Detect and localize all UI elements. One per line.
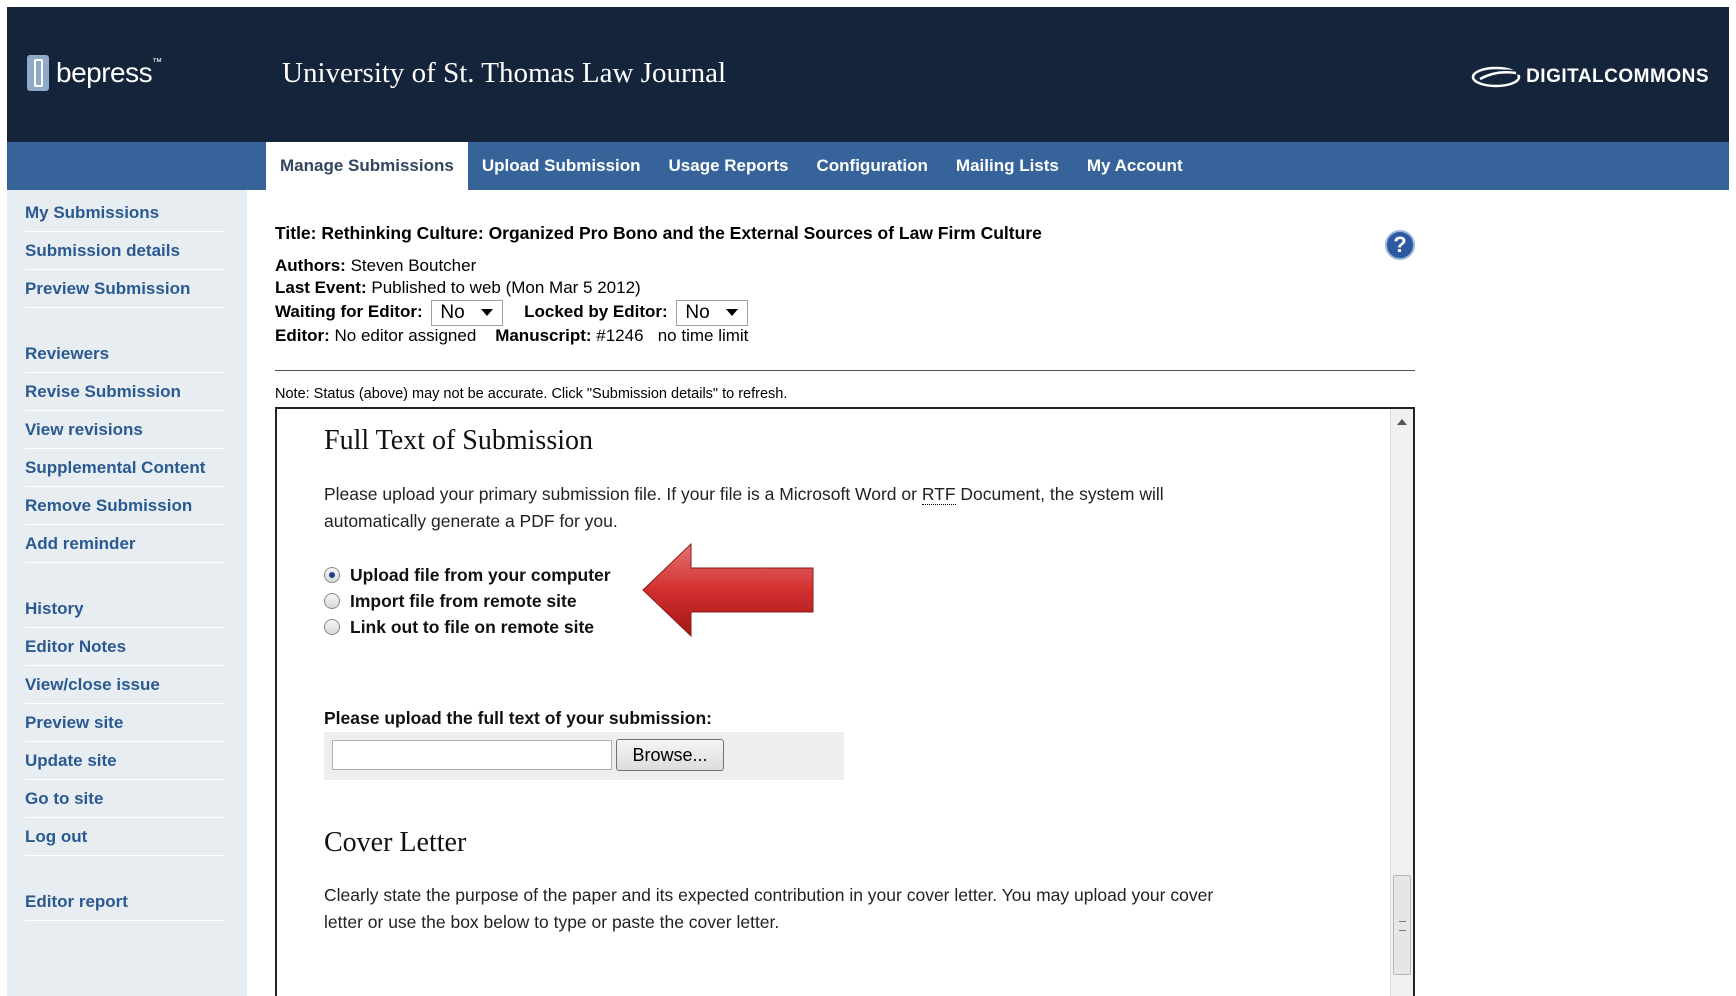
option-link-out-remote-label: Link out to file on remote site: [350, 616, 595, 637]
panel-scrollbar[interactable]: [1390, 409, 1413, 996]
locked-by-editor-value: No: [685, 301, 710, 323]
full-text-instructions: Please upload your primary submission fi…: [324, 481, 1224, 535]
sidebar-item-editor-notes[interactable]: Editor Notes: [25, 628, 225, 666]
sidebar-item-submission-details[interactable]: Submission details: [25, 232, 225, 270]
sidebar-item-update-site[interactable]: Update site: [25, 742, 225, 780]
radio-upload-from-computer[interactable]: [324, 567, 340, 583]
status-note: Note: Status (above) may not be accurate…: [275, 386, 788, 402]
cover-letter-heading: Cover Letter: [324, 827, 467, 858]
sidebar-item-log-out[interactable]: Log out: [25, 818, 225, 856]
file-upload-area: Browse...: [324, 732, 844, 780]
app-frame: bepress™ University of St. Thomas Law Jo…: [7, 7, 1729, 996]
tab-configuration[interactable]: Configuration: [803, 142, 942, 190]
rtf-abbreviation[interactable]: RTF: [921, 484, 956, 505]
authors-value: Steven Boutcher: [350, 256, 477, 275]
submission-meta: Title: Rethinking Culture: Organized Pro…: [275, 222, 1042, 347]
divider: [275, 370, 1415, 371]
sidebar: My Submissions Submission details Previe…: [7, 190, 247, 996]
editor-value: No editor assigned: [334, 326, 477, 345]
chevron-down-icon: [480, 309, 493, 316]
sidebar-item-view-revisions[interactable]: View revisions: [25, 411, 225, 449]
locked-by-editor-label: Locked by Editor:: [524, 302, 668, 321]
scroll-up-arrow-icon[interactable]: [1397, 419, 1407, 425]
sidebar-item-preview-site[interactable]: Preview site: [25, 704, 225, 742]
waiting-for-editor-select[interactable]: No: [431, 299, 504, 326]
help-icon[interactable]: ?: [1385, 230, 1415, 260]
chevron-down-icon: [725, 309, 738, 316]
tab-manage-submissions[interactable]: Manage Submissions: [266, 142, 468, 190]
main-tabs: Manage Submissions Upload Submission Usa…: [266, 142, 1197, 190]
tab-usage-reports[interactable]: Usage Reports: [655, 142, 803, 190]
submission-form-panel: Full Text of Submission Please upload yo…: [275, 407, 1415, 996]
journal-title: University of St. Thomas Law Journal: [282, 57, 727, 89]
sidebar-item-add-reminder[interactable]: Add reminder: [25, 525, 225, 563]
locked-by-editor-select[interactable]: No: [676, 299, 749, 326]
radio-link-out-remote[interactable]: [324, 619, 340, 635]
sidebar-item-supplemental-content[interactable]: Supplemental Content: [25, 449, 225, 487]
submission-title: Title: Rethinking Culture: Organized Pro…: [275, 223, 1042, 243]
option-link-out-remote[interactable]: Link out to file on remote site: [324, 614, 594, 640]
manuscript-value: #1246: [596, 326, 644, 345]
grip-icon: [1399, 921, 1406, 931]
sidebar-item-remove-submission[interactable]: Remove Submission: [25, 487, 225, 525]
tab-upload-submission[interactable]: Upload Submission: [468, 142, 655, 190]
digital-commons-text: DIGITALCOMMONS: [1526, 66, 1709, 87]
manuscript-label: Manuscript:: [495, 326, 592, 345]
cover-letter-instructions: Clearly state the purpose of the paper a…: [324, 885, 1214, 932]
file-path-input[interactable]: [332, 740, 612, 770]
last-event-label: Last Event:: [275, 278, 367, 297]
tab-my-account[interactable]: My Account: [1073, 142, 1197, 190]
bepress-logo-text: bepress: [56, 57, 153, 88]
browse-button[interactable]: Browse...: [616, 739, 724, 771]
option-upload-from-computer[interactable]: Upload file from your computer: [324, 562, 611, 588]
waiting-for-editor-label: Waiting for Editor:: [275, 302, 423, 321]
digital-commons-logo[interactable]: DIGITALCOMMONS: [1470, 64, 1709, 90]
bepress-logo[interactable]: bepress™: [27, 55, 162, 91]
sidebar-item-editor-report[interactable]: Editor report: [25, 883, 225, 921]
sidebar-item-go-to-site[interactable]: Go to site: [25, 780, 225, 818]
waiting-for-editor-value: No: [440, 301, 465, 323]
sidebar-item-reviewers[interactable]: Reviewers: [25, 335, 225, 373]
scroll-thumb[interactable]: [1393, 875, 1411, 975]
option-import-from-remote[interactable]: Import file from remote site: [324, 588, 577, 614]
option-import-from-remote-label: Import file from remote site: [350, 590, 577, 611]
full-text-heading: Full Text of Submission: [324, 425, 594, 456]
option-upload-from-computer-label: Upload file from your computer: [350, 564, 611, 585]
sidebar-item-preview-submission[interactable]: Preview Submission: [25, 270, 225, 308]
red-pointer-arrow-icon: [642, 542, 814, 638]
upload-label: Please upload the full text of your subm…: [324, 708, 712, 728]
sidebar-item-history[interactable]: History: [25, 590, 225, 628]
last-event-value: Published to web (Mon Mar 5 2012): [371, 278, 641, 297]
bepress-logo-icon: [27, 55, 49, 91]
sidebar-item-revise-submission[interactable]: Revise Submission: [25, 373, 225, 411]
bepress-logo-tm: ™: [152, 57, 162, 68]
editor-label: Editor:: [275, 326, 330, 345]
tab-mailing-lists[interactable]: Mailing Lists: [942, 142, 1073, 190]
sidebar-item-view-close-issue[interactable]: View/close issue: [25, 666, 225, 704]
authors-label: Authors:: [275, 256, 346, 275]
full-text-instructions-part-1: Please upload your primary submission fi…: [324, 484, 922, 504]
radio-import-from-remote[interactable]: [324, 593, 340, 609]
digital-commons-swoosh-icon: [1471, 66, 1521, 88]
sidebar-item-my-submissions[interactable]: My Submissions: [25, 194, 225, 232]
time-limit: no time limit: [657, 326, 749, 345]
site-header: bepress™ University of St. Thomas Law Jo…: [7, 7, 1729, 142]
